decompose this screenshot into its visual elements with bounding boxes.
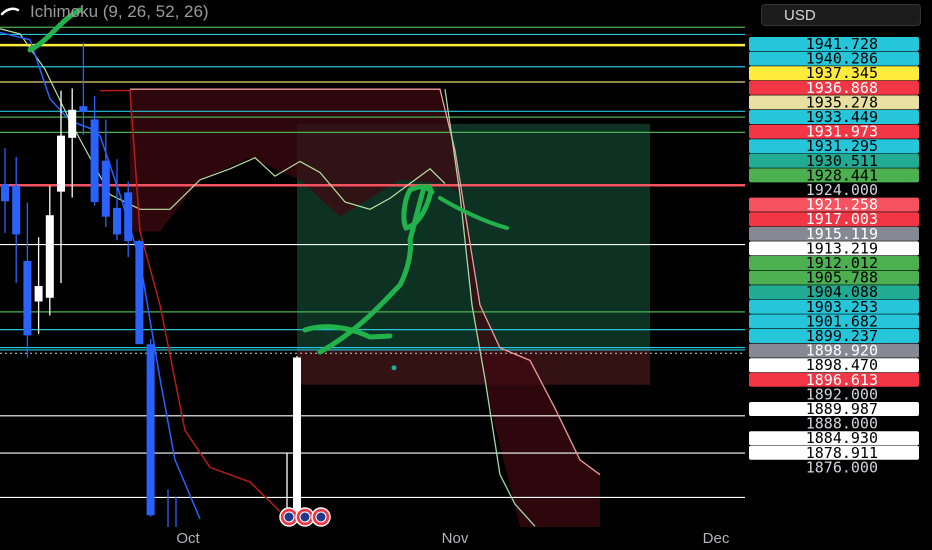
price-chart[interactable]: 1941.7281940.2861937.3451936.8681935.278… [0,0,932,550]
small-marker-dot [391,365,397,371]
logo-swoosh [0,7,20,16]
time-tick-nov: Nov [442,530,469,547]
candle-late-0-body [293,357,301,516]
candle-9-body [101,160,110,217]
candle-13-body [146,344,155,516]
candle-7-body [79,106,88,113]
candle-6-body [68,109,77,138]
price-label-29: 1876.000 [806,458,878,476]
price-axis: 1941.7281940.2861937.3451936.8681935.278… [746,0,932,550]
candle-2-body [23,260,32,336]
candle-4-body [45,215,54,298]
indicator-title: Ichimoku (9, 26, 52, 26) [30,2,209,21]
candle-3-body [34,285,43,302]
candle-5-body [57,135,65,192]
candle-11-body [124,192,133,242]
time-tick-oct: Oct [176,530,200,547]
currency-selector[interactable]: USD [761,4,921,26]
event-flag-core-2 [315,511,327,523]
event-flag-core-1 [299,511,311,523]
time-tick-dec: Dec [703,530,730,547]
time-axis: Oct Nov Dec [176,530,730,547]
candle-10-body [113,207,121,235]
candle-1-body [12,185,21,235]
candle-12-body [135,241,144,345]
candle-0-body [1,184,9,202]
long-position-loss-zone [297,350,650,385]
candle-8-body [90,119,99,202]
event-flag-core-0 [283,511,295,523]
